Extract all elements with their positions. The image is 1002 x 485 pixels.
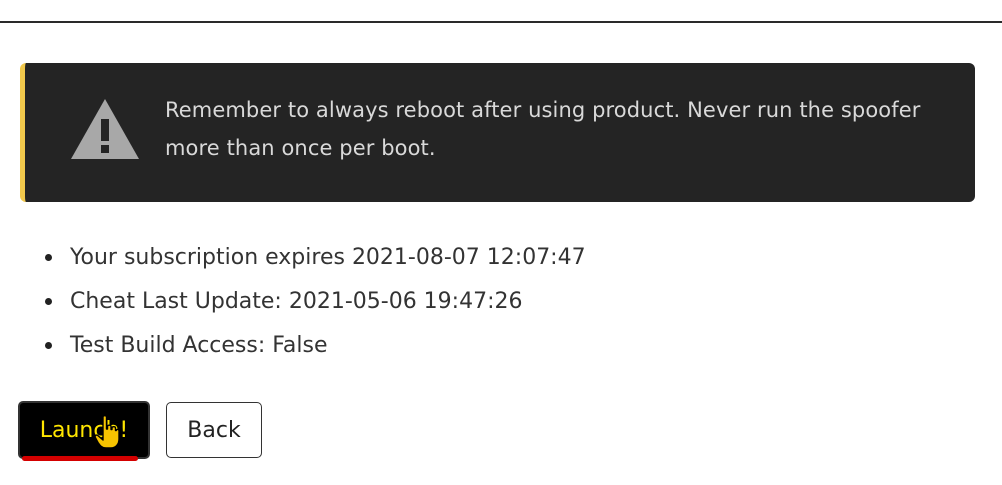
list-item-text: Cheat Last Update: 2021-05-06 19:47:26 — [70, 289, 523, 314]
page: Remember to always reboot after using pr… — [0, 0, 1002, 485]
back-button[interactable]: Back — [166, 402, 262, 458]
bullet-icon — [45, 254, 52, 261]
warning-alert: Remember to always reboot after using pr… — [20, 63, 975, 202]
subscription-info-list: Your subscription expires 2021-08-07 12:… — [36, 236, 586, 368]
list-item-last-update: Cheat Last Update: 2021-05-06 19:47:26 — [36, 280, 586, 324]
launch-underline-annotation — [22, 456, 138, 461]
list-item-test-build-access: Test Build Access: False — [36, 324, 586, 368]
warning-triangle-icon — [71, 99, 139, 159]
bullet-icon — [45, 342, 52, 349]
list-item-text: Test Build Access: False — [70, 333, 328, 358]
launch-button[interactable]: Launch! — [18, 401, 150, 459]
alert-message: Remember to always reboot after using pr… — [165, 98, 921, 160]
hand-pointer-icon — [94, 415, 120, 449]
list-item-text: Your subscription expires 2021-08-07 12:… — [70, 245, 586, 270]
bullet-icon — [45, 298, 52, 305]
list-item-subscription-expiry: Your subscription expires 2021-08-07 12:… — [36, 236, 586, 280]
header-divider — [0, 21, 1002, 23]
